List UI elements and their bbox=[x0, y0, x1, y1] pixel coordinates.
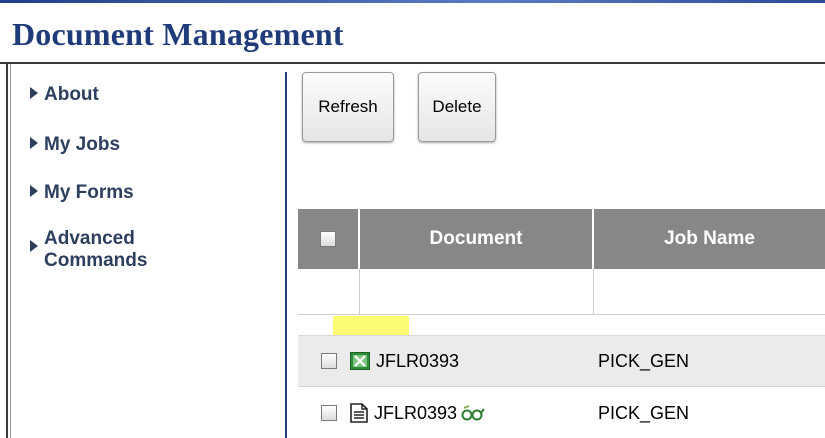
header-select-cell bbox=[298, 209, 360, 269]
spreadsheet-icon[interactable] bbox=[350, 352, 370, 370]
filter-cell-select bbox=[298, 269, 360, 315]
document-filter-input[interactable] bbox=[360, 269, 594, 315]
triangle-right-icon bbox=[30, 240, 38, 252]
document-name[interactable]: JFLR0393 bbox=[374, 403, 457, 424]
sidebar: About My Jobs My Forms Advanced Commands bbox=[12, 64, 284, 438]
triangle-right-icon bbox=[30, 137, 38, 149]
documents-table: Document Job Name JFLR0393 PICK_GEN JFLR… bbox=[298, 209, 825, 438]
column-header-job-name[interactable]: Job Name bbox=[594, 209, 825, 269]
triangle-right-icon bbox=[30, 87, 38, 99]
sidebar-item-label-lines: Advanced Commands bbox=[44, 228, 147, 272]
sidebar-item-label: Commands bbox=[44, 250, 148, 271]
table-row[interactable]: JFLR0393 PICK_GEN bbox=[298, 389, 825, 437]
sidebar-item-advanced-commands[interactable]: Advanced Commands bbox=[30, 228, 147, 272]
table-row[interactable]: JFLR0393 PICK_GEN bbox=[298, 335, 825, 387]
refresh-button[interactable]: Refresh bbox=[302, 72, 394, 142]
document-name[interactable]: JFLR0393 bbox=[376, 351, 459, 372]
row-select-cell bbox=[298, 405, 350, 421]
sidebar-item-label: Advanced bbox=[44, 228, 135, 249]
filter-row bbox=[298, 269, 825, 315]
frame-border-left-inner bbox=[10, 64, 11, 438]
column-header-document[interactable]: Document bbox=[360, 209, 594, 269]
page-title: Document Management bbox=[12, 16, 344, 52]
window-top-strip bbox=[0, 0, 825, 6]
sidebar-item-label: About bbox=[44, 84, 99, 105]
window-top-bar bbox=[0, 0, 825, 3]
row-select-cell bbox=[298, 353, 350, 369]
triangle-right-icon bbox=[30, 185, 38, 197]
row-checkbox[interactable] bbox=[321, 353, 337, 369]
job-name-cell: PICK_GEN bbox=[598, 402, 690, 423]
content-divider bbox=[285, 72, 287, 438]
view-glasses-icon[interactable] bbox=[461, 404, 485, 422]
delete-button[interactable]: Delete bbox=[418, 72, 496, 142]
text-document-icon[interactable] bbox=[350, 403, 368, 423]
row-checkbox[interactable] bbox=[321, 405, 337, 421]
document-cell: JFLR0393 bbox=[350, 351, 594, 372]
sidebar-item-label: My Jobs bbox=[44, 134, 121, 155]
sidebar-item-label: My Forms bbox=[44, 182, 134, 203]
job-name-cell: PICK_GEN bbox=[598, 350, 690, 371]
job-name-filter-input[interactable] bbox=[594, 269, 825, 315]
table-header: Document Job Name bbox=[298, 209, 825, 269]
document-cell: JFLR0393 bbox=[350, 403, 594, 424]
sidebar-item-about[interactable]: About bbox=[30, 84, 99, 106]
select-all-checkbox[interactable] bbox=[320, 231, 336, 247]
frame-border-left bbox=[6, 62, 8, 438]
sidebar-item-my-forms[interactable]: My Forms bbox=[30, 182, 134, 204]
sidebar-item-my-jobs[interactable]: My Jobs bbox=[30, 134, 120, 156]
